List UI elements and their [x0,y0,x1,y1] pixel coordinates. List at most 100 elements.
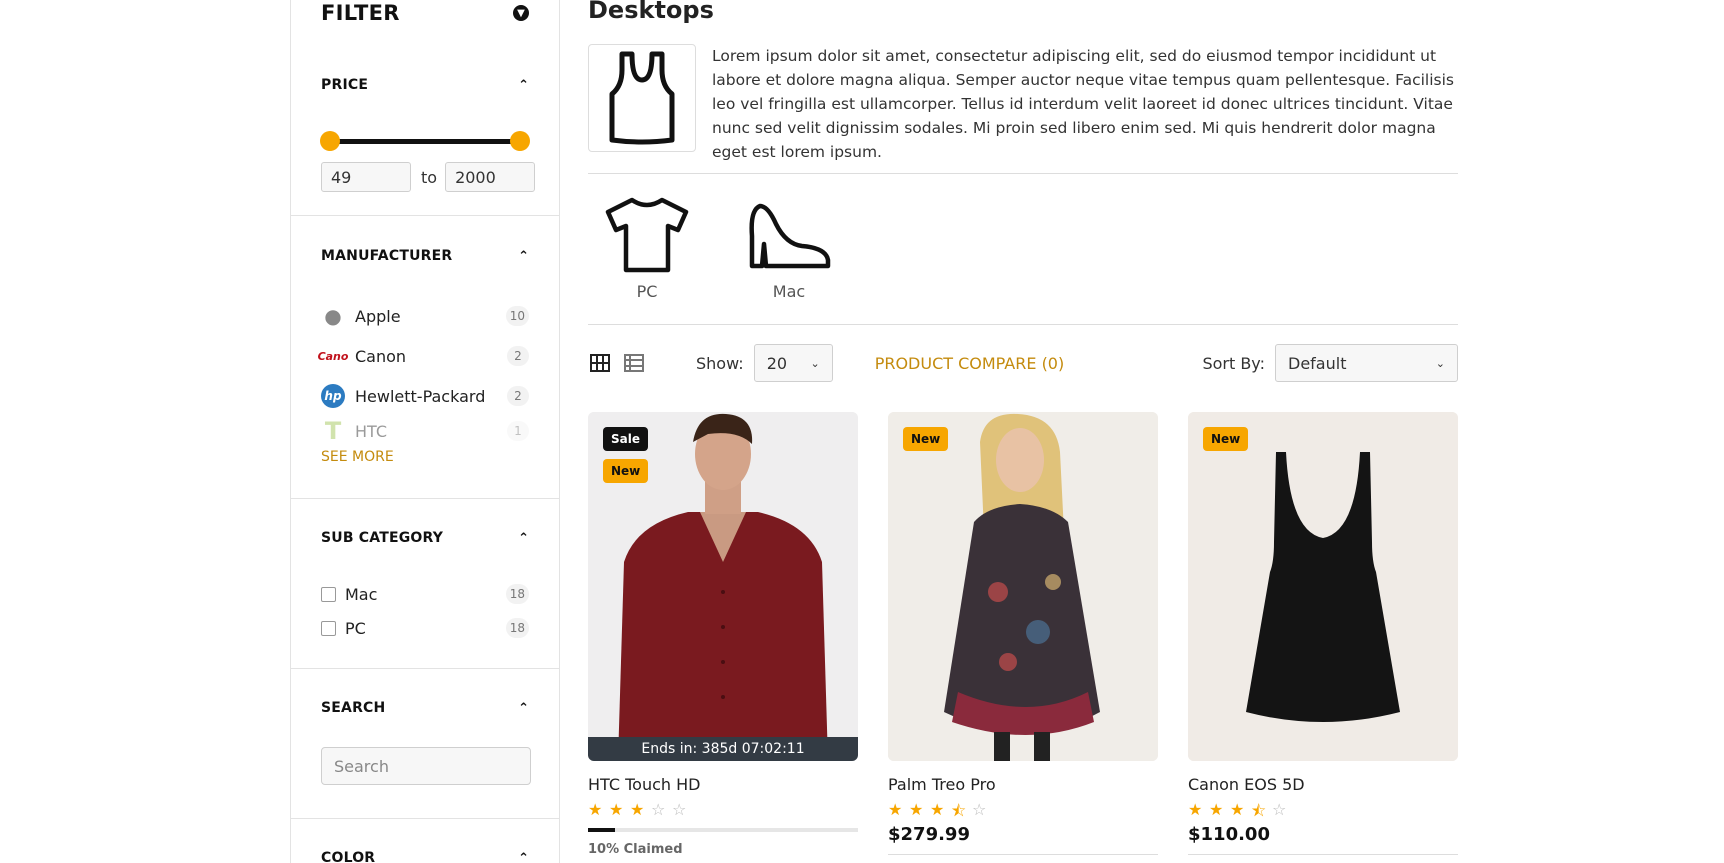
product-image[interactable]: Sale New Ends in: 385d 07:02:11 [588,412,858,761]
new-badge: New [603,459,649,483]
price-to-label: to [421,167,438,187]
search-input[interactable] [321,747,531,785]
category-description: Lorem ipsum dolor sit amet, consectetur … [712,47,1454,161]
product-image[interactable]: New [1188,412,1458,761]
countdown-timer: Ends in: 385d 07:02:11 [588,737,858,761]
product-name[interactable]: HTC Touch HD [588,775,858,794]
checkbox[interactable] [321,586,336,602]
star-filled-icon: ★ [588,800,603,819]
manufacturer-name: Apple [355,306,401,326]
woman-dress-photo [888,412,1158,761]
manufacturer-header[interactable]: MANUFACTURER ⌃ [321,216,529,296]
manufacturer-item-hewlett-packard[interactable]: hp Hewlett-Packard 2 [321,376,529,416]
star-filled-icon: ★ [630,800,645,819]
manufacturer-count: 1 [507,421,529,441]
price-min-input[interactable] [321,162,411,192]
star-filled-icon: ★ [930,800,945,819]
see-more-link[interactable]: SEE MORE [321,449,394,465]
manufacturer-name: Hewlett-Packard [355,386,486,406]
chevron-up-icon[interactable]: ⌃ [518,531,529,546]
page-title: Desktops [588,0,714,24]
subcategory-tile-mac[interactable]: Mac [734,190,844,301]
claimed-progress-bar [588,828,858,832]
manufacturer-count: 2 [507,386,529,406]
subcategory-tile-label: Mac [772,282,806,301]
chevron-up-icon[interactable]: ⌃ [518,701,529,716]
product-card[interactable]: New Canon EOS 5D ★ ★ ★ ⯪ ☆ $110.00 [1188,412,1458,855]
subcategory-tile-pc[interactable]: PC [592,190,702,301]
manufacturer-item-htc[interactable]: T HTC 1 [321,416,529,446]
subcategory-title: SUB CATEGORY [321,530,444,546]
claimed-progress-fill [588,828,615,832]
star-filled-icon: ★ [1230,800,1245,819]
grid-view-icon[interactable] [588,351,612,375]
sort-select[interactable]: Default ⌄ [1275,344,1458,382]
price-max-input[interactable] [445,162,536,192]
manufacturer-item-apple[interactable]: ● Apple 10 [321,296,529,336]
manufacturer-item-canon[interactable]: Cano Canon 2 [317,336,529,376]
price-section: PRICE ⌃ to [291,40,559,215]
price-range-slider[interactable] [320,130,530,152]
htc-logo-icon: T [324,417,342,445]
star-filled-icon: ★ [609,800,624,819]
subcategory-section: SUB CATEGORY ⌃ Mac 18 PC 18 [291,498,559,668]
star-filled-icon: ★ [909,800,924,819]
chevron-down-icon[interactable]: ▼ [513,5,529,21]
product-price: $279.99 [888,824,970,845]
product-name[interactable]: Canon EOS 5D [1188,775,1458,794]
checkbox[interactable] [321,620,336,636]
star-empty-icon: ☆ [972,800,987,819]
subcategory-tile-label: PC [636,282,658,301]
product-price: $110.00 [1188,824,1270,845]
claimed-text: 10% Claimed [588,842,683,857]
category-image [588,44,696,152]
product-name[interactable]: Palm Treo Pro [888,775,1158,794]
subcategory-item-pc[interactable]: PC 18 [321,611,529,645]
star-half-icon: ⯪ [951,801,967,820]
product-card[interactable]: New Palm Treo Pro ★ ★ ★ ⯪ ☆ $279.99 [888,412,1158,855]
new-badge: New [1203,427,1249,451]
product-toolbar: Show: 20 ⌄ PRODUCT COMPARE (0) Sort By: … [588,344,1458,382]
slider-max-handle[interactable] [510,131,530,151]
chevron-up-icon[interactable]: ⌃ [518,851,529,863]
color-section: COLOR ⌃ [291,818,559,863]
slider-min-handle[interactable] [320,131,340,151]
product-compare-link[interactable]: PRODUCT COMPARE (0) [875,354,1065,373]
search-header[interactable]: SEARCH ⌃ [321,669,529,747]
filter-title: FILTER [321,1,400,25]
sort-value: Default [1288,353,1347,373]
subcategory-count: 18 [505,584,529,604]
manufacturer-name: HTC [355,421,388,441]
product-card[interactable]: Sale New Ends in: 385d 07:02:11 HTC Touc… [588,412,858,857]
show-count-select[interactable]: 20 ⌄ [753,344,833,382]
star-half-icon: ⯪ [1251,801,1267,820]
search-title: SEARCH [321,700,386,716]
canon-logo-icon: Cano [317,349,349,363]
tank-top-icon [609,51,675,145]
color-header[interactable]: COLOR ⌃ [321,819,529,863]
subcategory-count: 18 [505,618,529,638]
manufacturer-title: MANUFACTURER [321,248,453,264]
price-title: PRICE [321,77,369,93]
divider [888,854,1158,855]
filter-header[interactable]: FILTER ▼ [291,0,559,40]
divider [588,324,1458,325]
subcategory-name: PC [345,618,366,638]
list-view-icon[interactable] [622,351,646,375]
subcategory-item-mac[interactable]: Mac 18 [321,577,529,611]
chevron-up-icon[interactable]: ⌃ [518,78,529,93]
chevron-down-icon: ⌄ [1435,356,1445,370]
rating-stars: ★ ★ ★ ☆ ☆ [588,800,858,819]
high-heel-icon [749,203,831,269]
subcategory-header[interactable]: SUB CATEGORY ⌃ [321,499,529,577]
product-image[interactable]: New [888,412,1158,761]
slider-track [321,139,529,144]
color-title: COLOR [321,850,376,863]
star-empty-icon: ☆ [1272,800,1287,819]
price-header[interactable]: PRICE ⌃ [321,40,529,130]
chevron-down-icon: ⌄ [810,356,820,370]
sort-label: Sort By: [1202,353,1265,373]
manufacturer-name: Canon [355,346,407,366]
show-label: Show: [696,353,744,373]
chevron-up-icon[interactable]: ⌃ [518,249,529,264]
